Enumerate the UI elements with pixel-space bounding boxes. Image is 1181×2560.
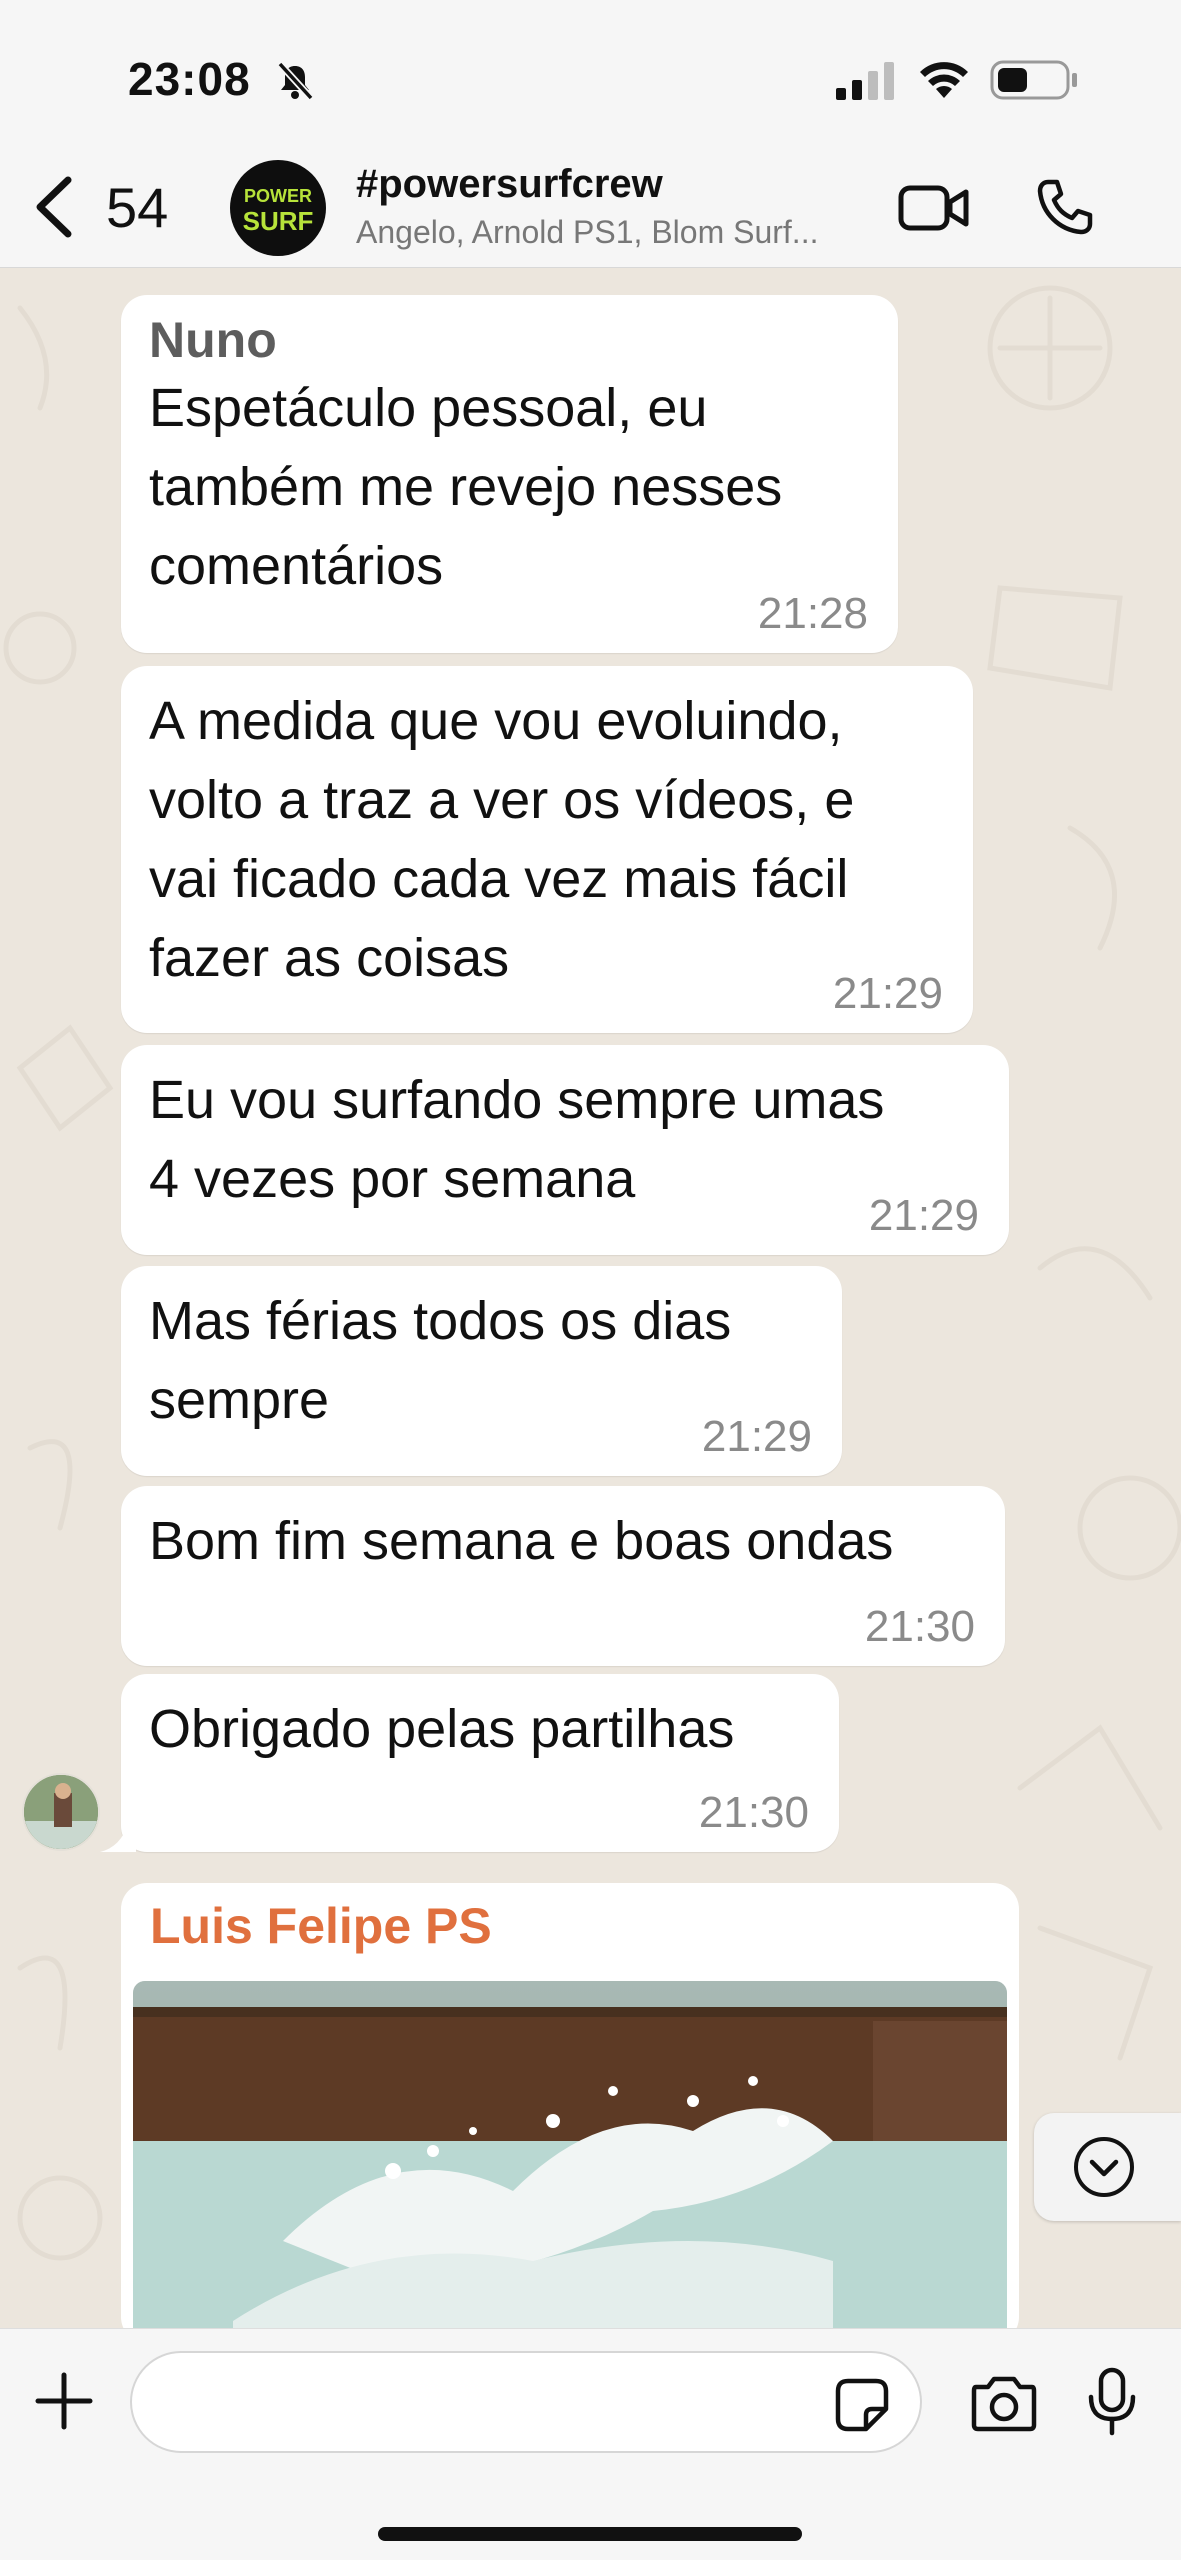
group-name[interactable]: #powersurfcrew xyxy=(356,162,663,207)
home-indicator[interactable] xyxy=(378,2527,802,2541)
message-time: 21:29 xyxy=(868,1191,979,1240)
surf-wave-image xyxy=(133,1981,1007,2328)
chevron-down-icon xyxy=(1074,2137,1134,2197)
message-text: Eu vou surfando sempre umas 4 vezes por … xyxy=(149,1070,885,1209)
input-bar xyxy=(0,2328,1181,2560)
back-icon[interactable] xyxy=(30,172,80,242)
message-bubble[interactable]: Obrigado pelas partilhas 21:30 xyxy=(121,1674,839,1852)
message-bubble[interactable]: Eu vou surfando sempre umas 4 vezes por … xyxy=(121,1045,1009,1255)
message-input[interactable] xyxy=(130,2351,922,2453)
message-sender[interactable]: Luis Felipe PS xyxy=(133,1897,1007,1955)
chat-header: 54 POWER SURF #powersurfcrew Angelo, Arn… xyxy=(0,150,1181,268)
group-members[interactable]: Angelo, Arnold PS1, Blom Surf... xyxy=(356,214,856,251)
message-text: Bom fim semana e boas ondas xyxy=(149,1511,894,1571)
phone-icon[interactable] xyxy=(1034,176,1096,238)
camera-icon[interactable] xyxy=(970,2373,1038,2433)
video-call-icon[interactable] xyxy=(898,180,970,236)
surf-photo[interactable] xyxy=(133,1981,1007,2328)
message-time: 21:30 xyxy=(698,1788,809,1837)
message-time: 21:28 xyxy=(757,589,868,638)
message-time: 21:29 xyxy=(832,969,943,1018)
signal-icon xyxy=(836,62,894,100)
message-bubble[interactable]: Mas férias todos os dias sempre 21:29 xyxy=(121,1266,842,1476)
message-time: 21:29 xyxy=(701,1412,812,1461)
image-message-bubble[interactable]: Luis Felipe PS xyxy=(121,1883,1019,2328)
unread-count[interactable]: 54 xyxy=(106,175,168,240)
message-text: A medida que vou evoluindo, volto a traz… xyxy=(149,691,855,988)
chat-area[interactable]: Nuno Espetáculo pessoal, eu também me re… xyxy=(0,268,1181,2328)
microphone-icon[interactable] xyxy=(1084,2367,1140,2437)
scroll-to-bottom-button[interactable] xyxy=(1034,2113,1181,2221)
sticker-icon[interactable] xyxy=(834,2377,890,2433)
message-time: 21:30 xyxy=(864,1602,975,1651)
avatar-text-bottom: SURF xyxy=(242,206,314,236)
message-bubble[interactable]: Bom fim semana e boas ondas 21:30 xyxy=(121,1486,1005,1666)
status-bar: 23:08 xyxy=(0,0,1181,150)
message-text: Obrigado pelas partilhas xyxy=(149,1699,735,1759)
message-bubble[interactable]: Nuno Espetáculo pessoal, eu também me re… xyxy=(121,295,898,653)
group-avatar[interactable]: POWER SURF xyxy=(230,160,326,256)
message-sender[interactable]: Nuno xyxy=(149,311,870,369)
status-time: 23:08 xyxy=(128,53,251,105)
plus-icon[interactable] xyxy=(34,2371,94,2431)
wifi-icon xyxy=(920,62,968,98)
message-bubble[interactable]: A medida que vou evoluindo, volto a traz… xyxy=(121,666,973,1033)
battery-icon xyxy=(990,60,1077,100)
bubble-tail xyxy=(100,1816,136,1852)
mute-icon xyxy=(277,61,314,101)
sender-avatar[interactable] xyxy=(22,1773,100,1851)
avatar-text-top: POWER xyxy=(243,186,312,206)
message-text: Espetáculo pessoal, eu também me revejo … xyxy=(149,378,783,596)
